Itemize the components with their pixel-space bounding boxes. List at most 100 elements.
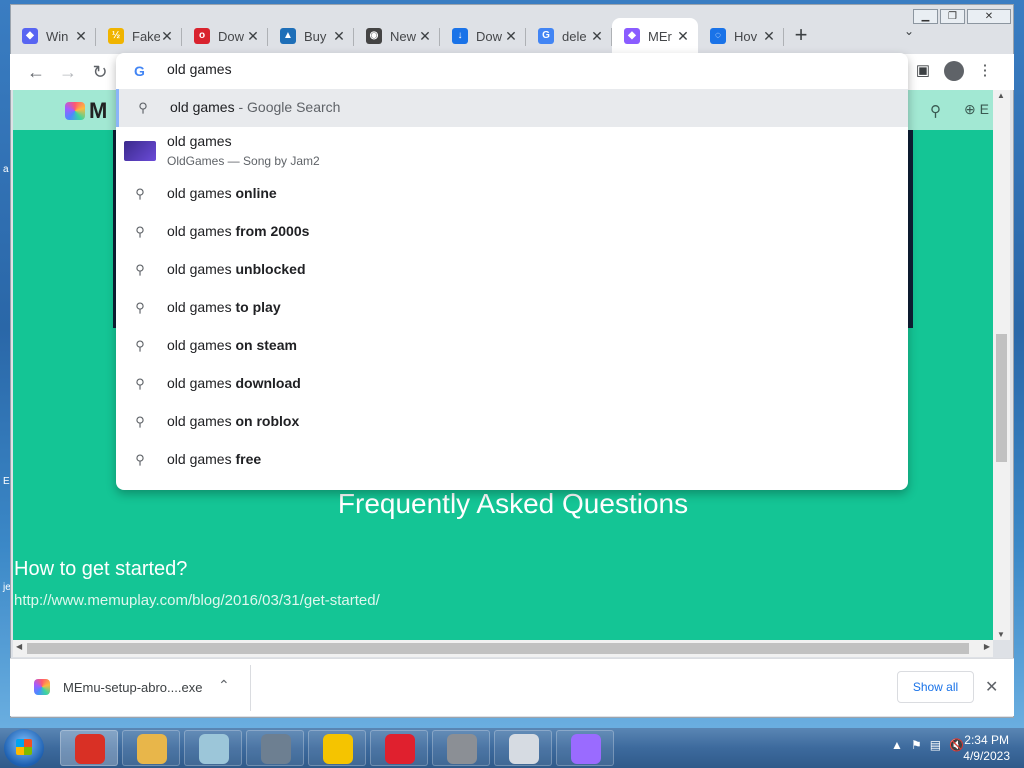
taskbar-control-panel-button[interactable] — [494, 730, 552, 766]
taskbar-settings-button[interactable] — [246, 730, 304, 766]
omnibox-input-row: G — [116, 53, 908, 89]
suggestion-completion: from 2000s — [235, 223, 310, 239]
tab-close-icon[interactable]: ✕ — [74, 28, 88, 45]
faq-answer-link[interactable]: http://www.memuplay.com/blog/2016/03/31/… — [14, 592, 380, 609]
browser-tab[interactable]: ↓ Dow ✕ — [440, 18, 526, 54]
download-file-name[interactable]: MEmu-setup-abro....exe — [63, 680, 202, 695]
action-center-flag-icon[interactable]: ⚑ — [911, 738, 922, 752]
tab-strip: ◆ Win ✕ ½ Fake ✕ o Dow ✕ ▲ Buy ✕ ◉ New ✕ ↓ Dow ✕ Gdele ✕ ◆ ME… — [10, 14, 930, 54]
suggestion-item[interactable]: ⚲ old games free — [116, 441, 908, 479]
taskbar-rockstar-button[interactable] — [308, 730, 366, 766]
tab-title: Buy — [304, 28, 327, 44]
taskbar-file-explorer-button[interactable] — [122, 730, 180, 766]
system-clock[interactable]: 2:34 PM 4/9/2023 — [963, 732, 1010, 764]
suggestion-item[interactable]: ⚲ old games online — [116, 175, 908, 213]
suggestion-prefix: old games — [167, 223, 236, 239]
tab-close-icon[interactable]: ✕ — [160, 28, 174, 45]
tab-close-icon[interactable]: ✕ — [676, 28, 690, 45]
volume-muted-icon[interactable]: 🔇 — [949, 738, 964, 752]
browser-tab[interactable]: ½ Fake ✕ — [96, 18, 182, 54]
browser-tab[interactable]: ▲ Buy ✕ — [268, 18, 354, 54]
search-icon: ⚲ — [135, 452, 145, 467]
close-window-button[interactable]: ✕ — [967, 9, 1011, 24]
suggestion-item[interactable]: ⚲ old games to play — [116, 289, 908, 327]
back-button[interactable]: ← — [24, 60, 48, 84]
chrome-icon — [75, 734, 105, 764]
side-panel-icon[interactable]: ▣ — [912, 60, 934, 82]
start-button[interactable] — [4, 729, 44, 767]
suggestion-item[interactable]: ⚲ old games - Google Search — [116, 89, 908, 127]
taskbar-chrome-button[interactable] — [60, 730, 118, 766]
tab-close-icon[interactable]: ✕ — [504, 28, 518, 45]
search-icon: ⚲ — [135, 338, 145, 353]
forward-button[interactable]: → — [56, 60, 80, 84]
language-selector[interactable]: ⊕ E — [964, 101, 989, 118]
browser-tab[interactable]: ◌ Hov ✕ — [698, 18, 784, 54]
scroll-down-arrow[interactable]: ▼ — [997, 630, 1005, 639]
suggestion-item[interactable]: ⚲ old games on roblox — [116, 403, 908, 441]
horizontal-scroll-thumb[interactable] — [27, 643, 969, 654]
vertical-scrollbar[interactable]: ▲ ▼ — [993, 90, 1010, 640]
loading-icon: ◌ — [710, 28, 726, 44]
buy-site-icon: ▲ — [280, 28, 296, 44]
browser-tab[interactable]: ◉ New ✕ — [354, 18, 440, 54]
tab-close-icon[interactable]: ✕ — [246, 28, 260, 45]
site-logo-text[interactable]: M — [89, 98, 107, 124]
tab-search-button[interactable]: ⌄ — [904, 24, 914, 38]
browser-tab[interactable]: ◆ MEr ✕ — [612, 18, 698, 54]
suggestion-completion: on roblox — [235, 413, 300, 429]
desktop-text-fragment: a — [3, 164, 9, 175]
album-thumbnail — [124, 141, 156, 161]
chevron-up-icon[interactable]: ⌃ — [218, 677, 230, 694]
tab-close-icon[interactable]: ✕ — [762, 28, 776, 45]
taskbar-opera-button[interactable] — [370, 730, 428, 766]
taskbar-memu-button[interactable] — [556, 730, 614, 766]
reload-button[interactable]: ↻ — [88, 60, 112, 84]
suggestion-subtitle: OldGames — Song by Jam2 — [167, 154, 320, 168]
discord-icon: ◆ — [22, 28, 38, 44]
downloads-bar: MEmu-setup-abro....exe ⌃ Show all ✕ — [10, 658, 1014, 716]
chrome-menu-button[interactable]: ⋮ — [974, 60, 996, 82]
address-bar-input[interactable] — [167, 61, 867, 77]
faq-heading: Frequently Asked Questions — [337, 488, 689, 519]
suggestion-prefix: old games — [167, 413, 236, 429]
suggestion-completion: on steam — [235, 337, 297, 353]
suggestion-text: old games to play — [167, 299, 281, 315]
suggestion-text: old games download — [167, 375, 301, 391]
browser-tab[interactable]: Gdele ✕ — [526, 18, 612, 54]
network-icon[interactable]: ▤ — [930, 738, 941, 752]
tab-title: New — [390, 28, 417, 44]
suggestion-item[interactable]: ⚲ old games unblocked — [116, 251, 908, 289]
scroll-left-arrow[interactable]: ◀ — [16, 642, 22, 651]
vertical-scroll-thumb[interactable] — [996, 334, 1007, 462]
chrome-icon: ◉ — [366, 28, 382, 44]
taskbar-notepad-button[interactable] — [184, 730, 242, 766]
suggestion-rich-result[interactable]: old games OldGames — Song by Jam2 — [116, 127, 908, 175]
restore-button[interactable]: ❐ — [940, 9, 965, 24]
new-tab-button[interactable]: + — [784, 18, 818, 54]
suggestion-completion: to play — [235, 299, 281, 315]
tab-close-icon[interactable]: ✕ — [332, 28, 346, 45]
suggestion-item[interactable]: ⚲ old games on steam — [116, 327, 908, 365]
tab-title: Win — [46, 28, 69, 44]
tab-close-icon[interactable]: ✕ — [418, 28, 432, 45]
suggestion-item[interactable]: ⚲ old games download — [116, 365, 908, 403]
browser-tab[interactable]: ◆ Win ✕ — [10, 18, 96, 54]
scroll-right-arrow[interactable]: ▶ — [984, 642, 990, 651]
profile-avatar[interactable] — [944, 61, 964, 81]
taskbar-firewall-button[interactable] — [432, 730, 490, 766]
show-hidden-icons-icon[interactable]: ▲ — [891, 738, 903, 752]
suggestion-text: old games free — [167, 451, 261, 467]
suggestion-prefix: old games — [167, 299, 236, 315]
close-downloads-bar-button[interactable]: ✕ — [985, 677, 998, 697]
fake-name-icon: ½ — [108, 28, 124, 44]
browser-tab[interactable]: o Dow ✕ — [182, 18, 268, 54]
horizontal-scrollbar[interactable]: ◀ ▶ — [13, 640, 993, 657]
tab-close-icon[interactable]: ✕ — [590, 28, 604, 45]
suggestion-completion: unblocked — [235, 261, 306, 277]
site-search-icon[interactable]: ⚲ — [930, 102, 941, 120]
scroll-up-arrow[interactable]: ▲ — [997, 91, 1005, 100]
suggestion-item[interactable]: ⚲ old games from 2000s — [116, 213, 908, 251]
suggestion-prefix: old games — [167, 337, 236, 353]
show-all-button[interactable]: Show all — [897, 671, 974, 703]
